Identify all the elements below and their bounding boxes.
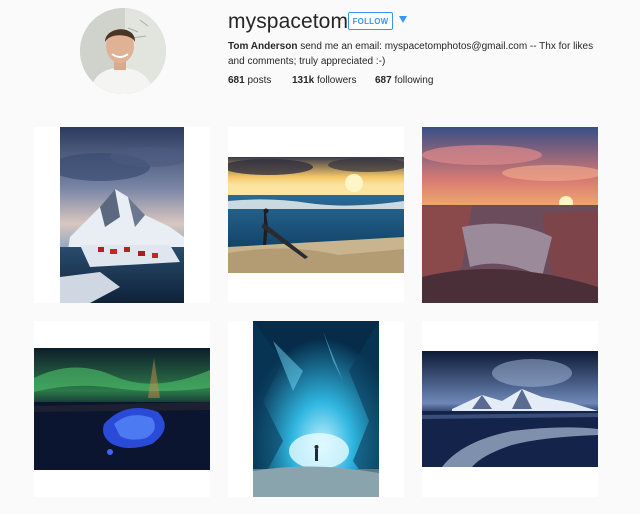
photo-aurora-blue-rock (34, 348, 210, 470)
photo-tile-4[interactable] (34, 321, 210, 497)
stat-followers-label: followers (314, 75, 357, 86)
photo-ice-cave (253, 321, 379, 497)
photo-canyon-sunset (422, 127, 598, 303)
stat-posts: 681 posts (228, 75, 271, 86)
photo-surfer-at-sunset (228, 157, 404, 273)
photo-tile-6[interactable] (422, 321, 598, 497)
profile-bio: Tom Anderson send me an email: myspaceto… (228, 39, 608, 69)
photo-lofoten-mountain-village (60, 127, 184, 303)
follow-button[interactable]: FOLLOW (348, 12, 393, 30)
photo-mountain-seascape (422, 351, 598, 467)
photo-tile-1[interactable] (34, 127, 210, 303)
stat-followers[interactable]: 131k followers (292, 75, 357, 86)
stat-following-label: following (391, 75, 434, 86)
stat-posts-label: posts (244, 75, 272, 86)
profile-username: myspacetom (228, 10, 349, 33)
photo-tile-3[interactable] (422, 127, 598, 303)
stat-following-value: 687 (375, 75, 392, 86)
bio-name: Tom Anderson (228, 41, 298, 52)
profile-avatar[interactable] (80, 8, 166, 94)
caret-down-icon[interactable] (399, 16, 407, 23)
photo-tile-2[interactable] (228, 127, 404, 303)
photo-tile-5[interactable] (228, 321, 404, 497)
stat-followers-value: 131k (292, 75, 315, 86)
stat-following[interactable]: 687 following (375, 75, 433, 86)
stat-posts-value: 681 (228, 75, 245, 86)
